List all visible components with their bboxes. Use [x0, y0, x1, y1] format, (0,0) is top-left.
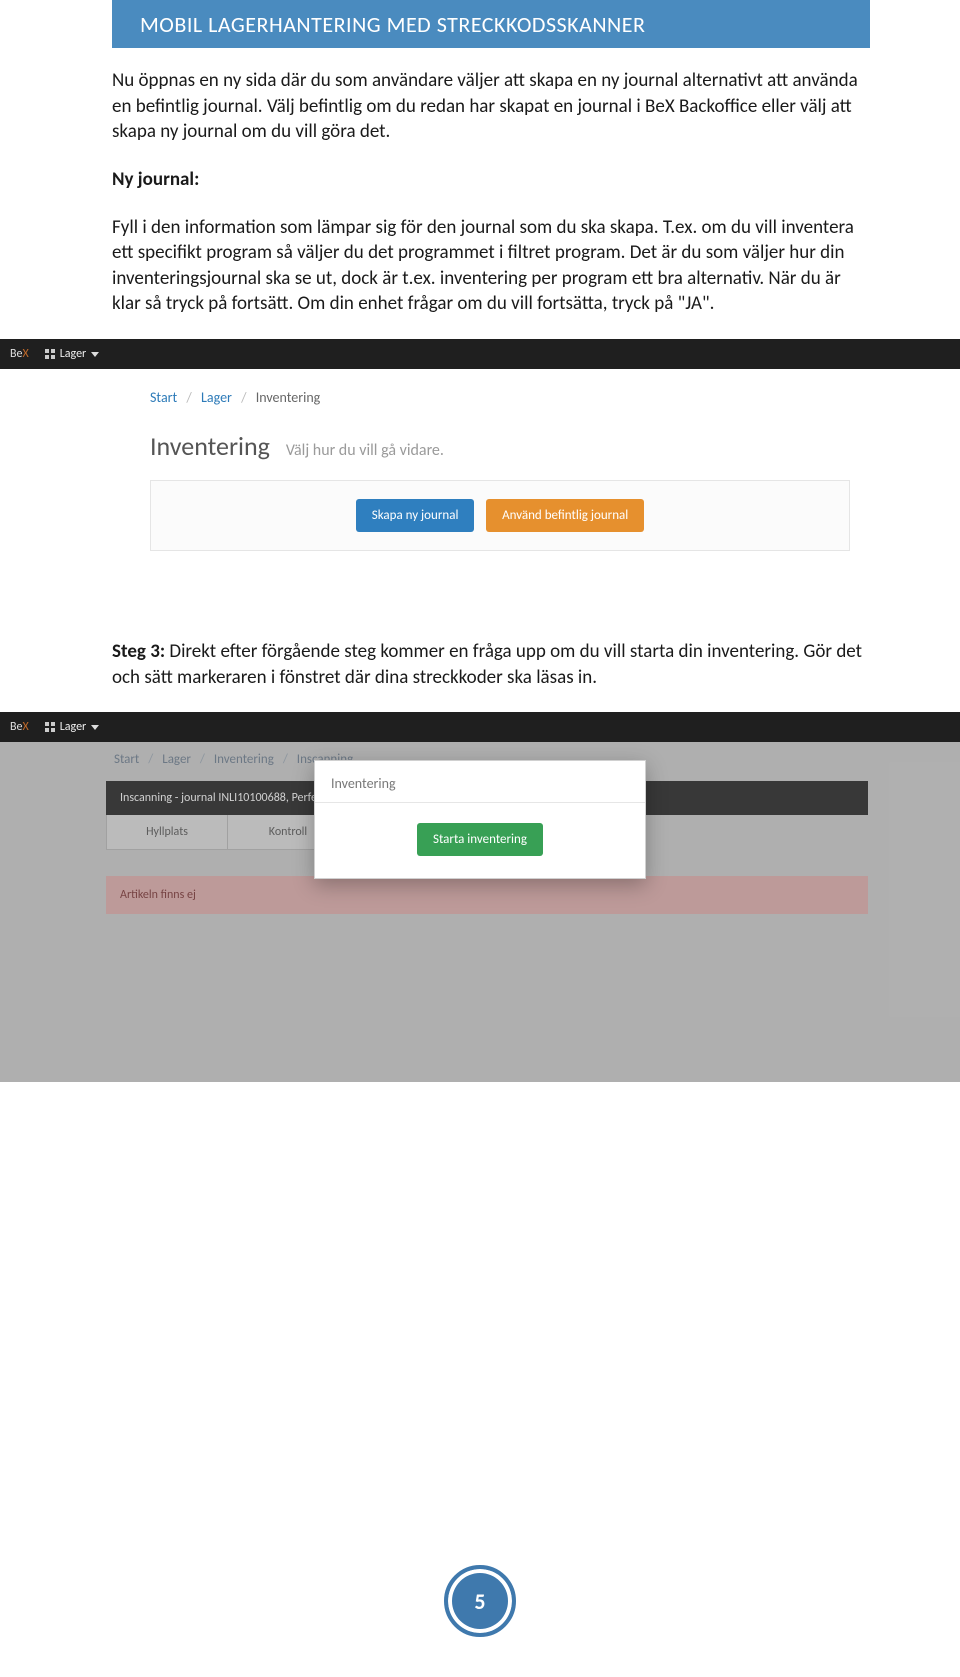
breadcrumb: Start / Lager / Inventering	[150, 383, 850, 430]
brand-logo: BeX	[10, 347, 29, 361]
article-not-found-alert: Artikeln finns ej	[106, 876, 868, 914]
page-number: 5	[474, 1588, 485, 1615]
app-topbar: BeX Lager	[0, 712, 960, 742]
brand-logo: BeX	[10, 720, 29, 734]
start-inventering-dialog: Inventering Starta inventering	[314, 760, 646, 879]
breadcrumb-start[interactable]: Start	[114, 752, 139, 767]
screenshot-start-inventering: BeX Lager Start / Lager / Inventering / …	[0, 712, 960, 1082]
step3-body: Direkt efter förgående steg kommer en fr…	[112, 640, 862, 689]
grid-icon	[45, 349, 55, 359]
dialog-title: Inventering	[315, 761, 645, 803]
breadcrumb-inventering[interactable]: Inventering	[214, 752, 274, 767]
doc-header-title: MOBIL LAGERHANTERING MED STRECKKODSSKANN…	[140, 11, 645, 38]
step3-lead: Steg 3:	[112, 640, 165, 663]
page-number-badge: 5	[444, 1565, 516, 1637]
step3-paragraph: Steg 3: Direkt efter förgående steg komm…	[112, 639, 870, 690]
app-topbar: BeX Lager	[0, 339, 960, 369]
page-subtitle: Välj hur du vill gå vidare.	[286, 441, 444, 460]
intro-paragraph: Nu öppnas en ny sida där du som användar…	[112, 68, 870, 145]
chevron-down-icon	[91, 352, 99, 357]
breadcrumb-lager[interactable]: Lager	[162, 752, 191, 767]
menu-lager-label: Lager	[60, 720, 87, 734]
tab-hyllplats[interactable]: Hyllplats	[107, 815, 228, 850]
ny-journal-body: Fyll i den information som lämpar sig fö…	[112, 215, 870, 318]
start-inventering-button[interactable]: Starta inventering	[417, 823, 543, 856]
breadcrumb-current: Inventering	[256, 389, 321, 406]
menu-lager[interactable]: Lager	[45, 347, 100, 361]
grid-icon	[45, 722, 55, 732]
page-title: Inventering Välj hur du vill gå vidare.	[150, 430, 850, 462]
breadcrumb-lager[interactable]: Lager	[201, 389, 232, 406]
chevron-down-icon	[91, 725, 99, 730]
ny-journal-heading: Ny journal:	[112, 168, 199, 191]
journal-choice-panel: Skapa ny journal Använd befintlig journa…	[150, 480, 850, 551]
use-existing-journal-button[interactable]: Använd befintlig journal	[486, 499, 644, 532]
menu-lager-label: Lager	[60, 347, 87, 361]
create-new-journal-button[interactable]: Skapa ny journal	[356, 499, 475, 532]
breadcrumb-start[interactable]: Start	[150, 389, 177, 406]
doc-header: MOBIL LAGERHANTERING MED STRECKKODSSKANN…	[112, 0, 870, 48]
menu-lager[interactable]: Lager	[45, 720, 100, 734]
screenshot-inventering-choice: BeX Lager Start / Lager / Inventering In…	[0, 339, 960, 579]
